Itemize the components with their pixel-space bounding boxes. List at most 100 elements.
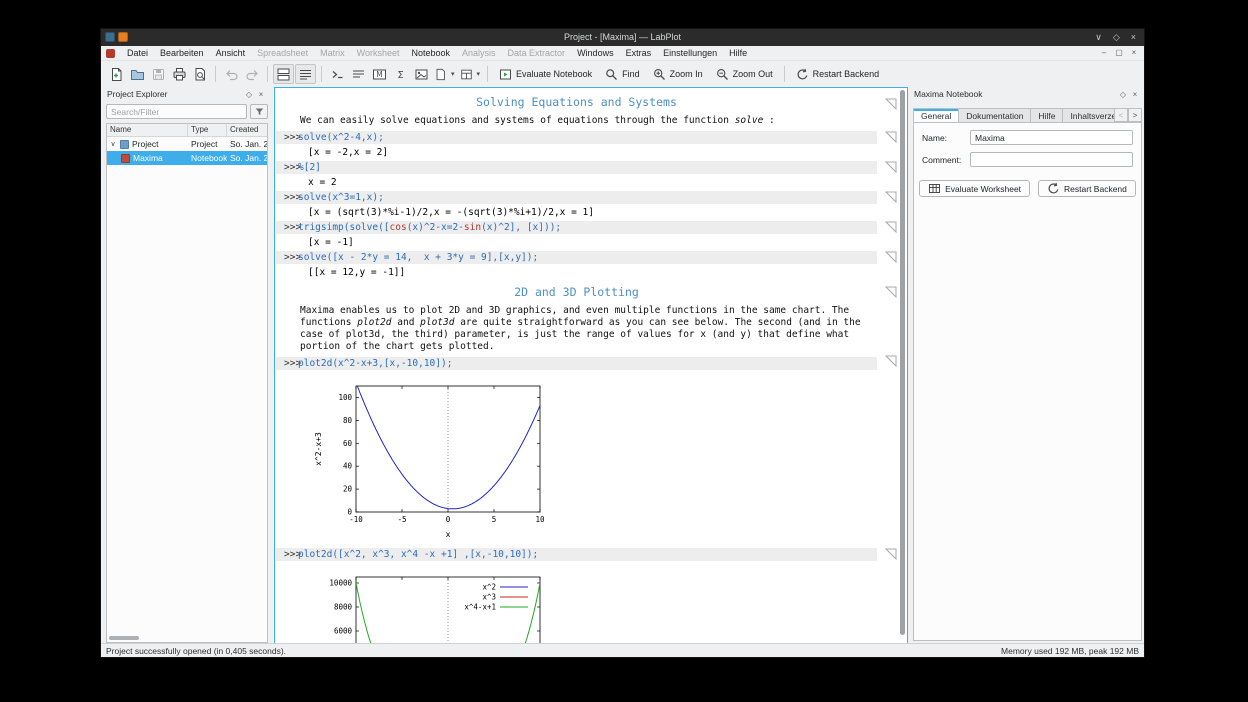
svg-text:6000: 6000	[334, 627, 353, 636]
notebook-scrollbar[interactable]	[900, 90, 905, 635]
float-panel-button[interactable]: ◇	[243, 90, 255, 99]
insert-text-entry-button[interactable]	[348, 64, 368, 84]
dropdown-arrow-icon: ▾	[476, 71, 481, 78]
new-project-button[interactable]	[106, 64, 126, 84]
menu-item-notebook[interactable]: Notebook	[405, 47, 456, 59]
notebook-heading[interactable]: 2D and 3D Plotting	[276, 285, 877, 300]
cell-fold-marker[interactable]	[884, 354, 897, 368]
close-panel-button[interactable]: ×	[1129, 90, 1141, 99]
close-panel-button[interactable]: ×	[255, 90, 267, 99]
cell-fold-marker[interactable]	[884, 97, 897, 111]
menu-item-hilfe[interactable]: Hilfe	[723, 47, 753, 59]
tab-dokumentation[interactable]: Dokumentation	[959, 108, 1032, 123]
child-close-button[interactable]: ×	[1129, 48, 1139, 57]
cell-fold-marker[interactable]	[884, 250, 897, 264]
notebook-command-entry[interactable]: >>> solve(x^2-4,x);	[276, 131, 877, 144]
name-field[interactable]	[970, 130, 1133, 145]
notebook-command-entry[interactable]: >>> plot2d([x^2, x^3, x^4 -x +1] ,[x,-10,…	[276, 548, 877, 561]
tree-row-maxima[interactable]: Maxima Notebook So. Jan. 2 18:	[107, 151, 267, 165]
child-restore-button[interactable]: ▢	[1114, 48, 1124, 57]
entry-options-dropdown-button[interactable]: ▾	[458, 64, 483, 84]
search-icon	[606, 68, 618, 80]
project-explorer-hscrollbar[interactable]	[109, 636, 139, 640]
cell-fold-marker[interactable]	[884, 285, 897, 299]
float-panel-button[interactable]: ◇	[1117, 90, 1129, 99]
menu-item-bearbeiten[interactable]: Bearbeiten	[154, 47, 210, 59]
svg-text:-5: -5	[397, 515, 406, 524]
tab-general[interactable]: General	[913, 108, 960, 123]
notebook-command-entry[interactable]: >>> solve([x - 2*y = 14, x + 3*y = 9],[x,…	[276, 251, 877, 264]
view-multiple-entries-button[interactable]	[273, 64, 294, 84]
titlebar[interactable]: Project - [Maxima] — LabPlot ∨ ◇ ×	[101, 29, 1144, 46]
notebook-command-entry[interactable]: >>> solve(x^3=1,x);	[276, 191, 877, 204]
tab-hilfe[interactable]: Hilfe	[1031, 108, 1064, 123]
column-header-name[interactable]: Name	[107, 124, 188, 136]
command-prompt: >>>	[284, 549, 302, 560]
column-header-type[interactable]: Type	[188, 124, 227, 136]
zoom-in-label: Zoom In	[669, 69, 703, 79]
notebook-command-entry[interactable]: >>> plot2d(x^2-x+3,[x,-10,10]);	[276, 357, 877, 370]
cell-fold-marker[interactable]	[884, 190, 897, 204]
search-input[interactable]	[106, 104, 247, 119]
menu-item-einstellungen[interactable]: Einstellungen	[657, 47, 723, 59]
open-project-button[interactable]	[127, 64, 147, 84]
comment-field[interactable]	[970, 152, 1133, 167]
new-entry-dropdown-button[interactable]: ▾	[432, 64, 457, 84]
tree-row-project[interactable]: ∨ Project Project So. Jan. 2 18:	[107, 137, 267, 151]
window-maximize-button[interactable]: ◇	[1113, 32, 1120, 43]
menu-item-worksheet: Worksheet	[356, 48, 400, 58]
cell-fold-marker[interactable]	[884, 160, 897, 174]
evaluate-worksheet-button[interactable]: Evaluate Worksheet	[919, 180, 1031, 197]
evaluate-notebook-button[interactable]: Evaluate Notebook	[493, 64, 598, 84]
zoom-out-button[interactable]: Zoom Out	[710, 64, 779, 84]
cell-fold-marker[interactable]	[884, 220, 897, 234]
print-button[interactable]	[169, 64, 189, 84]
restart-backend-button[interactable]: Restart Backend	[1038, 180, 1136, 197]
zoom-out-icon	[716, 68, 728, 80]
view-single-entry-button[interactable]	[295, 64, 316, 84]
toolbar-separator	[487, 66, 489, 82]
toolbar-separator	[783, 66, 785, 82]
restart-icon	[797, 68, 808, 79]
zoom-in-button[interactable]: Zoom In	[647, 64, 709, 84]
menu-item-datei[interactable]: Datei	[121, 47, 154, 59]
undo-icon	[225, 69, 238, 80]
cell-fold-marker[interactable]	[884, 130, 897, 144]
find-button[interactable]: Find	[599, 64, 646, 84]
insert-image-entry-button[interactable]	[411, 64, 431, 84]
tree-column-headers: Name Type Created	[107, 124, 267, 137]
window-minimize-button[interactable]: ∨	[1095, 32, 1102, 43]
maxima-notebook-header: Maxima Notebook ◇ ×	[911, 87, 1144, 101]
menu-item-extras[interactable]: Extras	[620, 47, 658, 59]
notebook-output: [[x = 12,y = -1]]	[308, 267, 406, 278]
tab-inhaltsverzeichn[interactable]: Inhaltsverzeichn	[1063, 108, 1114, 123]
menu-item-windows[interactable]: Windows	[571, 47, 620, 59]
menu-item-ansicht[interactable]: Ansicht	[210, 47, 252, 59]
insert-latex-entry-button[interactable]: Σ	[390, 64, 410, 84]
notebook-text-entry[interactable]: Maxima enables us to plot 2D and 3D grap…	[300, 305, 865, 353]
notebook-heading[interactable]: Solving Equations and Systems	[276, 95, 877, 110]
project-document-icon	[106, 48, 115, 58]
window-close-button[interactable]: ×	[1131, 32, 1136, 43]
save-icon	[152, 68, 164, 80]
insert-markdown-entry-button[interactable]: M	[369, 64, 389, 84]
insert-command-entry-button[interactable]	[327, 64, 347, 84]
expander-icon[interactable]: ∨	[109, 140, 117, 148]
child-minimize-button[interactable]: –	[1099, 48, 1109, 57]
notebook-text-entry[interactable]: We can easily solve equations and system…	[300, 115, 865, 127]
entries-view-icon	[277, 68, 290, 80]
command-prompt: >>>	[284, 132, 302, 143]
notebook-view[interactable]: Solving Equations and Systems We can easi…	[274, 87, 908, 645]
notebook-command-entry[interactable]: >>> trigsimp(solve([cos(x)^2-x=2-sin(x)^2…	[276, 221, 877, 234]
print-preview-button[interactable]	[190, 64, 210, 84]
cell-fold-marker[interactable]	[884, 547, 897, 561]
menu-item-data-extractor: Data Extractor	[507, 48, 566, 58]
restart-backend-button[interactable]: Restart Backend	[790, 64, 886, 84]
tab-scroll-right-button[interactable]: >	[1128, 108, 1142, 122]
notebook-command-entry[interactable]: >>> %[2]	[276, 161, 877, 174]
maxima-notebook-panel: Maxima Notebook ◇ × General Dokumentation…	[911, 87, 1144, 645]
filter-options-button[interactable]	[250, 104, 268, 119]
column-header-created[interactable]: Created	[227, 124, 267, 136]
restart-backend-label: Restart Backend	[1064, 183, 1127, 194]
toolbar-separator	[215, 66, 216, 82]
